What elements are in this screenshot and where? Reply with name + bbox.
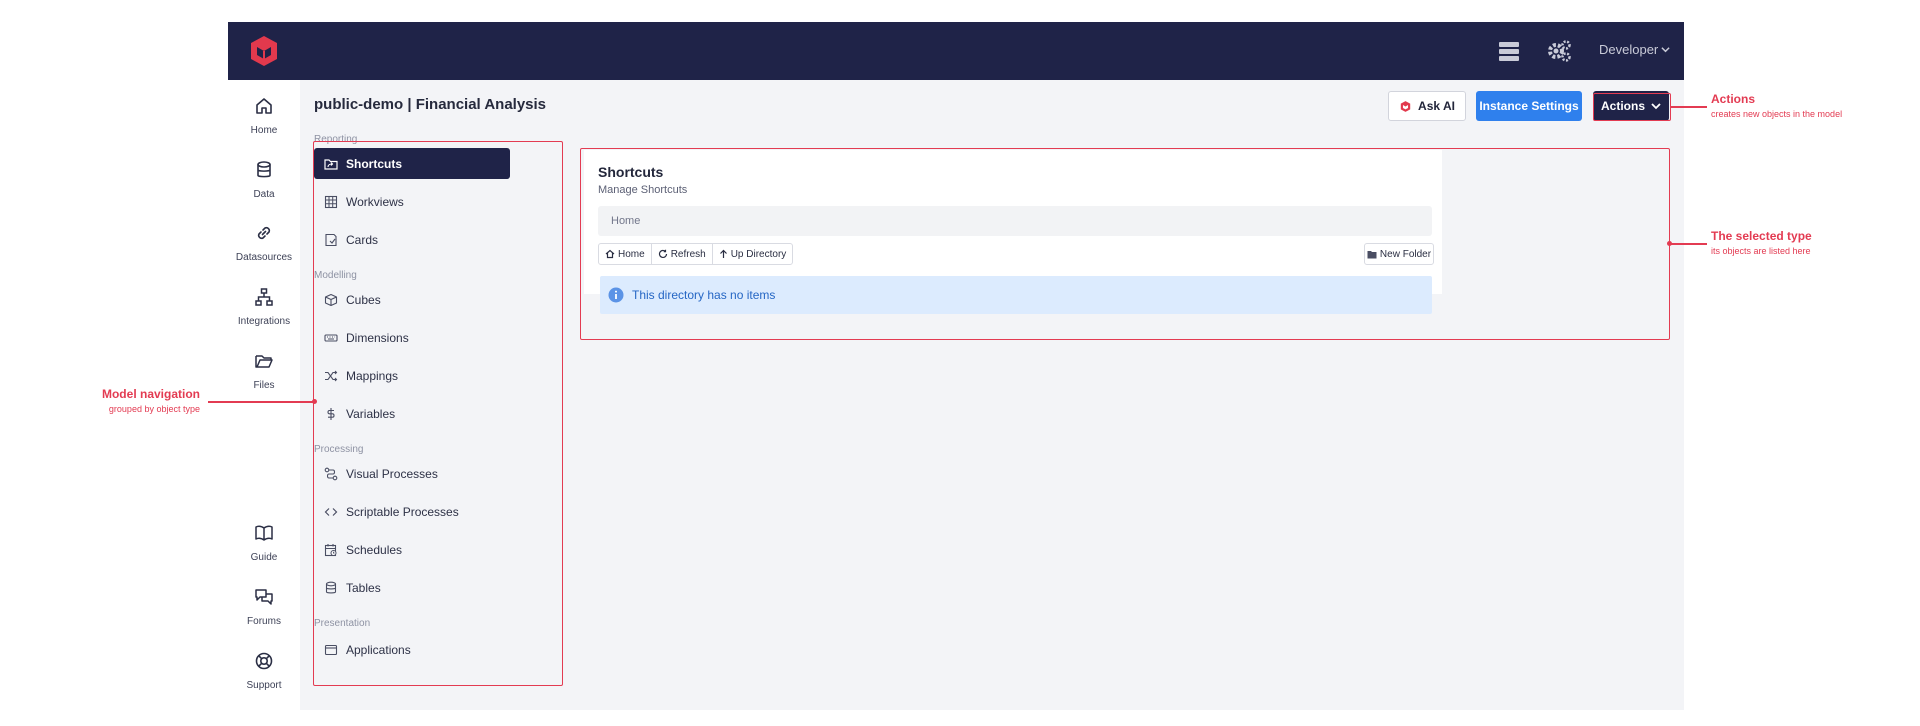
instance-settings-button[interactable]: Instance Settings: [1476, 91, 1582, 121]
rail-item-label: Support: [246, 680, 282, 691]
annotation-model-navigation-subtitle: grouped by object type: [108, 404, 200, 414]
chat-icon: [255, 589, 273, 605]
database-icon: [257, 161, 271, 178]
rail-item-label: Integrations: [237, 316, 291, 327]
annotation-selected-type-title: The selected type: [1711, 229, 1812, 243]
ask-ai-button[interactable]: Ask AI: [1388, 91, 1466, 121]
server-icon[interactable]: [1498, 40, 1520, 62]
annotation-actions-subtitle: creates new objects in the model: [1711, 109, 1843, 119]
left-rail: Home Data Datasources Integrations Files…: [228, 80, 300, 710]
actions-highlight: [1593, 93, 1671, 121]
actions-connector: [1671, 106, 1707, 108]
page-title: public-demo | Financial Analysis: [314, 96, 547, 113]
lifebuoy-icon: [255, 652, 273, 670]
model-navigation-connector: [208, 401, 314, 403]
top-bar: Developer: [228, 22, 1684, 80]
rail-item-forums[interactable]: Forums: [228, 587, 300, 629]
user-menu-label: Developer: [1599, 42, 1659, 57]
logo-icon: [1400, 100, 1411, 112]
ask-ai-label: Ask AI: [1418, 99, 1455, 113]
link-icon: [257, 226, 271, 240]
rail-item-integrations[interactable]: Integrations: [228, 287, 300, 329]
annotation-model-navigation-title: Model navigation: [101, 387, 200, 401]
rail-item-label: Guide: [250, 552, 278, 563]
rail-item-support[interactable]: Support: [228, 651, 300, 693]
rail-item-label: Files: [253, 380, 275, 391]
rail-item-datasources[interactable]: Datasources: [228, 223, 300, 265]
book-icon: [255, 525, 273, 541]
rail-item-data[interactable]: Data: [228, 160, 300, 202]
model-navigation-highlight: [313, 141, 563, 686]
model-navigation-dot: [312, 399, 317, 404]
selected-type-highlight: [580, 148, 1670, 340]
annotation-actions-title: Actions: [1711, 92, 1756, 106]
home-icon: [256, 98, 272, 114]
rail-item-label: Home: [250, 125, 278, 136]
rail-item-guide[interactable]: Guide: [228, 523, 300, 565]
rail-item-label: Data: [253, 189, 275, 200]
network-icon: [255, 288, 273, 306]
rail-item-home[interactable]: Home: [228, 96, 300, 138]
rail-item-label: Forums: [247, 616, 281, 627]
logo-icon[interactable]: [246, 33, 282, 69]
instance-settings-label: Instance Settings: [1479, 99, 1579, 113]
selected-type-connector: [1670, 243, 1707, 245]
annotation-selected-type-subtitle: its objects are listed here: [1711, 246, 1811, 256]
chevron-down-icon: [1661, 47, 1670, 53]
folder-open-icon: [255, 355, 273, 368]
gears-icon[interactable]: [1546, 39, 1572, 63]
stage: Developer Home Data Datasources Integrat…: [0, 0, 1920, 726]
rail-item-files[interactable]: Files: [228, 351, 300, 393]
user-menu[interactable]: Developer: [1599, 42, 1670, 57]
rail-item-label: Datasources: [235, 252, 293, 263]
